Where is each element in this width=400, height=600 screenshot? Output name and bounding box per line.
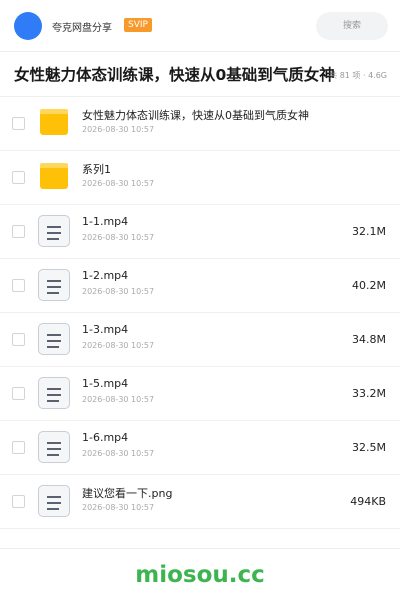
file-name: 1-5.mp4 bbox=[82, 377, 129, 390]
file-date: 2026-08-30 10:57 bbox=[82, 449, 155, 458]
document-icon bbox=[38, 269, 70, 301]
file-size: 32.1M bbox=[352, 225, 386, 238]
document-icon bbox=[38, 323, 70, 355]
file-name: 1-2.mp4 bbox=[82, 269, 129, 282]
file-size: 33.2M bbox=[352, 387, 386, 400]
file-row[interactable]: 1-6.mp4 2026-08-30 10:57 32.5M bbox=[0, 421, 400, 475]
svip-badge: SVIP bbox=[124, 18, 152, 32]
file-size: 494KB bbox=[350, 495, 386, 508]
file-size: 32.5M bbox=[352, 441, 386, 454]
row-checkbox[interactable] bbox=[12, 225, 25, 238]
file-row[interactable]: 1-1.mp4 2026-08-30 10:57 32.1M bbox=[0, 205, 400, 259]
row-checkbox[interactable] bbox=[12, 441, 25, 454]
document-icon bbox=[38, 485, 70, 517]
divider bbox=[0, 548, 400, 549]
file-name: 1-6.mp4 bbox=[82, 431, 129, 444]
row-checkbox[interactable] bbox=[12, 117, 25, 130]
folder-icon bbox=[38, 161, 70, 193]
document-icon bbox=[38, 215, 70, 247]
file-date: 2026-08-30 10:57 bbox=[82, 503, 155, 512]
share-header: 夸克网盘分享 SVIP 搜索 bbox=[0, 0, 400, 52]
file-date: 2026-08-30 10:57 bbox=[82, 395, 155, 404]
file-row[interactable]: 1-3.mp4 2026-08-30 10:57 34.8M bbox=[0, 313, 400, 367]
file-row[interactable]: 1-5.mp4 2026-08-30 10:57 33.2M bbox=[0, 367, 400, 421]
share-title: 女性魅力体态训练课，快速从0基础到气质女神 bbox=[14, 66, 335, 84]
row-checkbox[interactable] bbox=[12, 387, 25, 400]
site-watermark: miosou.cc bbox=[135, 562, 265, 588]
file-name: 系列1 bbox=[82, 163, 111, 176]
file-size: 40.2M bbox=[352, 279, 386, 292]
row-checkbox[interactable] bbox=[12, 279, 25, 292]
file-row[interactable]: 女性魅力体态训练课，快速从0基础到气质女神 2026-08-30 10:57 bbox=[0, 97, 400, 151]
share-meta: 共 81 项 · 4.6G bbox=[329, 71, 387, 80]
file-date: 2026-08-30 10:57 bbox=[82, 125, 155, 134]
file-date: 2026-08-30 10:57 bbox=[82, 287, 155, 296]
row-checkbox[interactable] bbox=[12, 171, 25, 184]
user-name[interactable]: 夸克网盘分享 bbox=[52, 19, 112, 34]
file-date: 2026-08-30 10:57 bbox=[82, 179, 155, 188]
avatar[interactable] bbox=[14, 12, 42, 40]
file-date: 2026-08-30 10:57 bbox=[82, 341, 155, 350]
file-name: 女性魅力体态训练课，快速从0基础到气质女神 bbox=[82, 109, 309, 122]
file-row[interactable]: 系列1 2026-08-30 10:57 bbox=[0, 151, 400, 205]
file-name: 建议您看一下.png bbox=[82, 487, 173, 500]
file-date: 2026-08-30 10:57 bbox=[82, 233, 155, 242]
file-row[interactable]: 建议您看一下.png 2026-08-30 10:57 494KB bbox=[0, 475, 400, 529]
file-name: 1-1.mp4 bbox=[82, 215, 129, 228]
folder-icon bbox=[38, 107, 70, 139]
row-checkbox[interactable] bbox=[12, 495, 25, 508]
file-size: 34.8M bbox=[352, 333, 386, 346]
document-icon bbox=[38, 377, 70, 409]
file-row[interactable]: 1-2.mp4 2026-08-30 10:57 40.2M bbox=[0, 259, 400, 313]
search-input[interactable]: 搜索 bbox=[316, 12, 388, 40]
file-name: 1-3.mp4 bbox=[82, 323, 129, 336]
row-checkbox[interactable] bbox=[12, 333, 25, 346]
document-icon bbox=[38, 431, 70, 463]
